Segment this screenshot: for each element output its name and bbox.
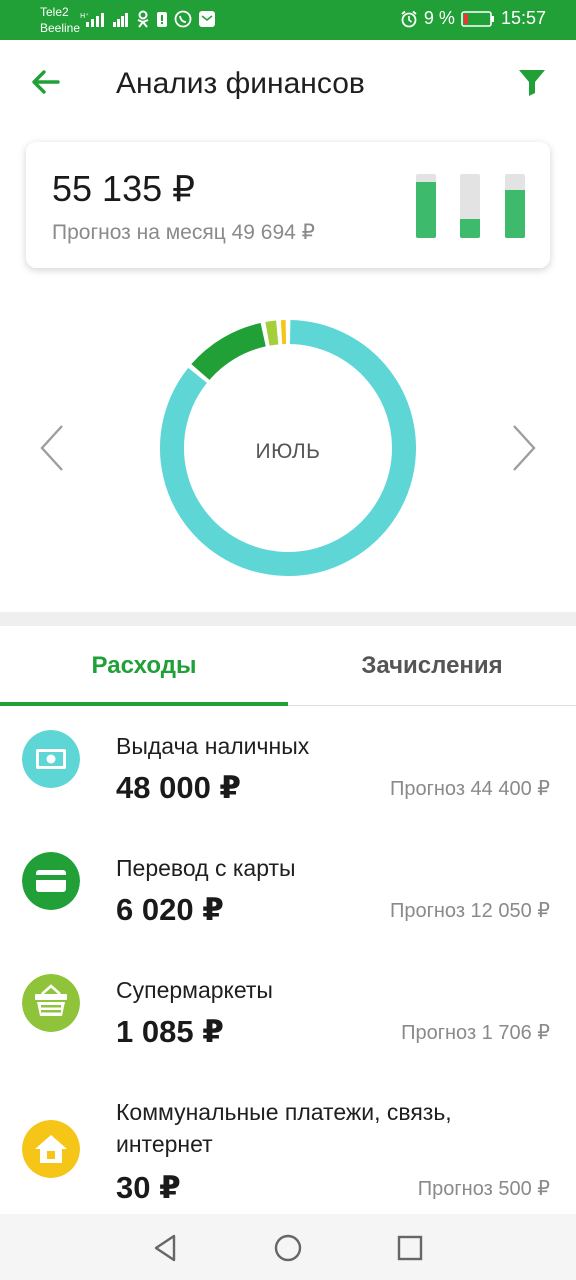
donut-segment-transfer xyxy=(191,322,267,381)
nav-recents-icon[interactable] xyxy=(390,1228,430,1268)
status-bar: Tele2 Beeline H⁺ 9 % 15:57 xyxy=(0,0,576,40)
item-name: Перевод с карты xyxy=(116,855,296,881)
donut-segment-supermarkets xyxy=(265,320,279,346)
item-amount: 6 020 ₽ xyxy=(116,892,224,927)
month-label: ИЮЛЬ xyxy=(255,440,321,463)
nav-back-icon[interactable] xyxy=(146,1228,186,1268)
basket-icon xyxy=(22,974,80,1032)
item-forecast: Прогноз 500 ₽ xyxy=(417,1178,550,1200)
section-divider xyxy=(0,612,576,626)
clock: 15:57 xyxy=(500,8,546,28)
item-forecast: Прогноз 1 706 ₽ xyxy=(401,1022,550,1044)
nav-home-icon[interactable] xyxy=(268,1228,308,1268)
system-nav-bar xyxy=(0,1214,576,1280)
alarm-icon xyxy=(401,10,417,27)
active-tab-indicator xyxy=(0,702,288,706)
battery-icon xyxy=(461,10,494,27)
item-forecast: Прогноз 12 050 ₽ xyxy=(389,900,550,922)
house-icon xyxy=(22,1120,80,1178)
mail-icon xyxy=(199,11,215,27)
item-forecast: Прогноз 44 400 ₽ xyxy=(389,778,550,800)
list-item[interactable]: Коммунальные платежи, связь, интернет 30… xyxy=(0,1074,576,1214)
signal-icon-2 xyxy=(113,13,128,27)
tab-expenses[interactable]: Расходы xyxy=(0,626,288,706)
page-title: Анализ финансов xyxy=(116,67,365,100)
svg-text:H⁺: H⁺ xyxy=(80,12,89,20)
item-name: Супермаркеты xyxy=(116,977,273,1003)
back-arrow-icon[interactable] xyxy=(28,64,64,100)
mini-bar-chart xyxy=(416,172,530,238)
item-amount: 48 000 ₽ xyxy=(116,770,241,805)
carrier-1: Tele2 xyxy=(40,5,69,19)
item-name: Коммунальные платежи, связь, интернет xyxy=(116,1099,452,1157)
tab-bar: Расходы Зачисления xyxy=(0,626,576,706)
cash-icon xyxy=(22,730,80,788)
signal-icon: H⁺ xyxy=(80,12,104,27)
total-amount: 55 135 ₽ xyxy=(52,168,196,209)
mini-bar xyxy=(505,174,525,238)
alert-icon xyxy=(157,12,167,27)
status-right: 9 % 15:57 xyxy=(400,8,546,29)
filter-icon[interactable] xyxy=(516,66,548,98)
list-item[interactable]: Выдача наличных 48 000 ₽ Прогноз 44 400 … xyxy=(0,708,576,830)
item-name: Выдача наличных xyxy=(116,733,310,759)
summary-card[interactable]: 55 135 ₽ Прогноз на месяц 49 694 ₽ xyxy=(26,142,550,268)
viber-icon xyxy=(174,10,192,28)
item-amount: 1 085 ₽ xyxy=(116,1014,224,1049)
card-icon xyxy=(22,852,80,910)
mini-bar xyxy=(460,174,480,238)
mini-bar-fill xyxy=(460,218,480,238)
battery-percent: 9 % xyxy=(423,8,455,28)
monthly-forecast: Прогноз на месяц 49 694 ₽ xyxy=(52,221,316,244)
mini-bar-fill xyxy=(505,190,525,238)
tab-income[interactable]: Зачисления xyxy=(288,626,576,706)
list-item[interactable]: Перевод с карты 6 020 ₽ Прогноз 12 050 ₽ xyxy=(0,830,576,952)
mini-bar xyxy=(416,174,436,238)
mini-bar-fill xyxy=(416,181,436,238)
app-bar: Анализ финансов xyxy=(0,40,576,132)
item-amount: 30 ₽ xyxy=(116,1170,181,1205)
chart-section: ИЮЛЬ xyxy=(0,300,576,600)
odnoklassniki-icon xyxy=(137,10,149,28)
carrier-names: Tele2 Beeline xyxy=(40,4,80,36)
chevron-right-icon[interactable] xyxy=(506,422,540,474)
status-left-icons: H⁺ xyxy=(80,8,216,30)
list-item[interactable]: Супермаркеты 1 085 ₽ Прогноз 1 706 ₽ xyxy=(0,952,576,1074)
carrier-2: Beeline xyxy=(40,21,81,35)
